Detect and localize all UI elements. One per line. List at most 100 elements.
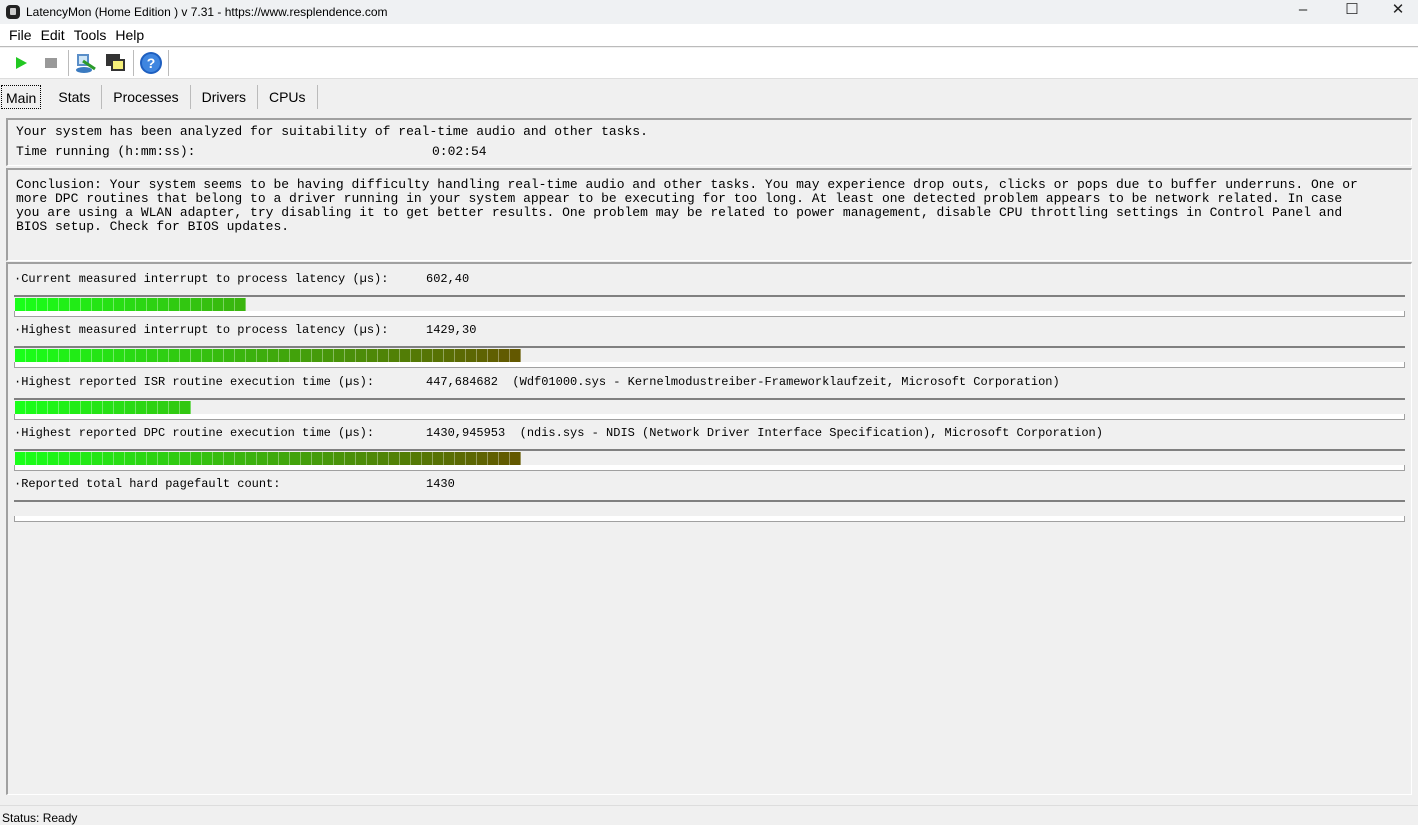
tab-main[interactable]: Main (1, 85, 42, 109)
bar-segment (191, 349, 202, 364)
window-title: LatencyMon (Home Edition ) v 7.31 - http… (26, 5, 388, 19)
bar-segment (48, 298, 59, 312)
bar-segment (26, 451, 37, 466)
bar-segment (37, 298, 48, 312)
metrics-panel: ·Current measured interrupt to process l… (6, 262, 1412, 795)
bar-segment (147, 298, 158, 312)
menu-tools[interactable]: Tools (74, 27, 107, 43)
conclusion-line: you are using a WLAN adapter, try disabl… (16, 205, 1343, 220)
stop-icon[interactable] (36, 50, 66, 76)
bar-segment (224, 451, 235, 466)
latency-bar (14, 500, 1405, 523)
metric-label: ·Highest reported DPC routine execution … (14, 425, 375, 440)
metric-row: ·Highest reported ISR routine execution … (14, 375, 1060, 389)
bar-segment (59, 400, 70, 415)
conclusion-line: BIOS setup. Check for BIOS updates. (16, 219, 290, 234)
bar-segment (26, 400, 37, 415)
help-icon[interactable]: ? (136, 50, 166, 76)
bar-segment (136, 400, 147, 415)
bar-segment (268, 451, 279, 466)
bar-segment (213, 298, 224, 312)
tab-processes[interactable]: Processes (102, 85, 191, 109)
status-bar: Status: Ready (0, 805, 1418, 825)
latency-bar-fill (15, 451, 521, 466)
metric-label: ·Current measured interrupt to process l… (14, 272, 389, 286)
bar-segment (356, 451, 367, 466)
bar-segment (92, 298, 103, 312)
bar-segment (466, 349, 477, 364)
bar-segment (257, 349, 268, 364)
bar-segment (433, 349, 444, 364)
bar-segment (444, 451, 455, 466)
metric-row: ·Reported total hard pagefault count: 143… (14, 477, 455, 491)
tab-stats[interactable]: Stats (47, 85, 103, 109)
bar-segment (103, 349, 114, 364)
bar-segment (455, 349, 466, 364)
bar-segment (70, 451, 81, 466)
bar-segment (301, 349, 312, 364)
bar-segment (213, 349, 224, 364)
bar-segment (323, 451, 334, 466)
bar-segment (389, 451, 400, 466)
windows-icon[interactable] (101, 50, 131, 76)
tab-drivers[interactable]: Drivers (191, 85, 258, 109)
latency-bar (14, 346, 1405, 369)
bar-segment (257, 451, 268, 466)
bar-segment (158, 400, 169, 415)
bar-segment (180, 298, 191, 312)
bar-segment (48, 451, 59, 466)
bar-segment (70, 298, 81, 312)
bar-segment (81, 451, 92, 466)
bar-segment (59, 451, 70, 466)
bar-segment (345, 349, 356, 364)
report-icon[interactable] (71, 50, 101, 76)
bar-segment (279, 349, 290, 364)
start-icon[interactable] (6, 50, 36, 76)
menu-file[interactable]: File (9, 27, 32, 43)
bar-segment (92, 349, 103, 364)
menu-bar: File Edit Tools Help (0, 24, 1418, 47)
tab-cpus[interactable]: CPUs (258, 85, 318, 109)
bar-segment (125, 400, 136, 415)
bar-segment (125, 349, 136, 364)
bar-segment (26, 349, 37, 364)
bar-segment (488, 349, 499, 364)
metric-detail: (Wdf01000.sys - Kernelmodustreiber-Frame… (498, 374, 1060, 389)
bar-segment (125, 298, 136, 312)
bar-segment (422, 349, 433, 364)
menu-help[interactable]: Help (115, 27, 144, 43)
latency-bar-fill (15, 400, 191, 415)
bar-segment (136, 451, 147, 466)
maximize-button[interactable]: ☐ (1329, 0, 1375, 22)
metric-value: 602,40 (426, 272, 470, 286)
bar-segment (48, 349, 59, 364)
minimize-button[interactable]: – (1280, 0, 1326, 22)
metric-value: 1429,30 (426, 323, 477, 338)
bar-segment (367, 349, 378, 364)
bar-segment (367, 451, 378, 466)
metric-value: 1430 (426, 477, 455, 492)
menu-edit[interactable]: Edit (41, 27, 65, 43)
bar-segment (202, 451, 213, 466)
bar-segment (202, 349, 213, 364)
bar-segment (301, 451, 312, 466)
metric-value: 1430,945953 (426, 425, 506, 440)
svg-text:?: ? (147, 55, 156, 71)
latency-bar (14, 397, 1405, 420)
tab-bar: Main Stats Processes Drivers CPUs (0, 84, 318, 110)
close-button[interactable]: ✕ (1375, 0, 1418, 22)
toolbar-separator (133, 50, 134, 76)
bar-segment (312, 349, 323, 364)
bar-segment (400, 451, 411, 466)
summary-panel: Your system has been analyzed for suitab… (6, 118, 1412, 166)
bar-segment (268, 349, 279, 364)
bar-segment (378, 451, 389, 466)
bar-segment (312, 451, 323, 466)
bar-segment (103, 400, 114, 415)
metric-label: ·Highest reported ISR routine execution … (14, 374, 375, 389)
metric-row: ·Highest measured interrupt to process l… (14, 323, 476, 337)
bar-segment (59, 298, 70, 312)
bar-segment (158, 451, 169, 466)
bar-segment (444, 349, 455, 364)
bar-segment (70, 400, 81, 415)
